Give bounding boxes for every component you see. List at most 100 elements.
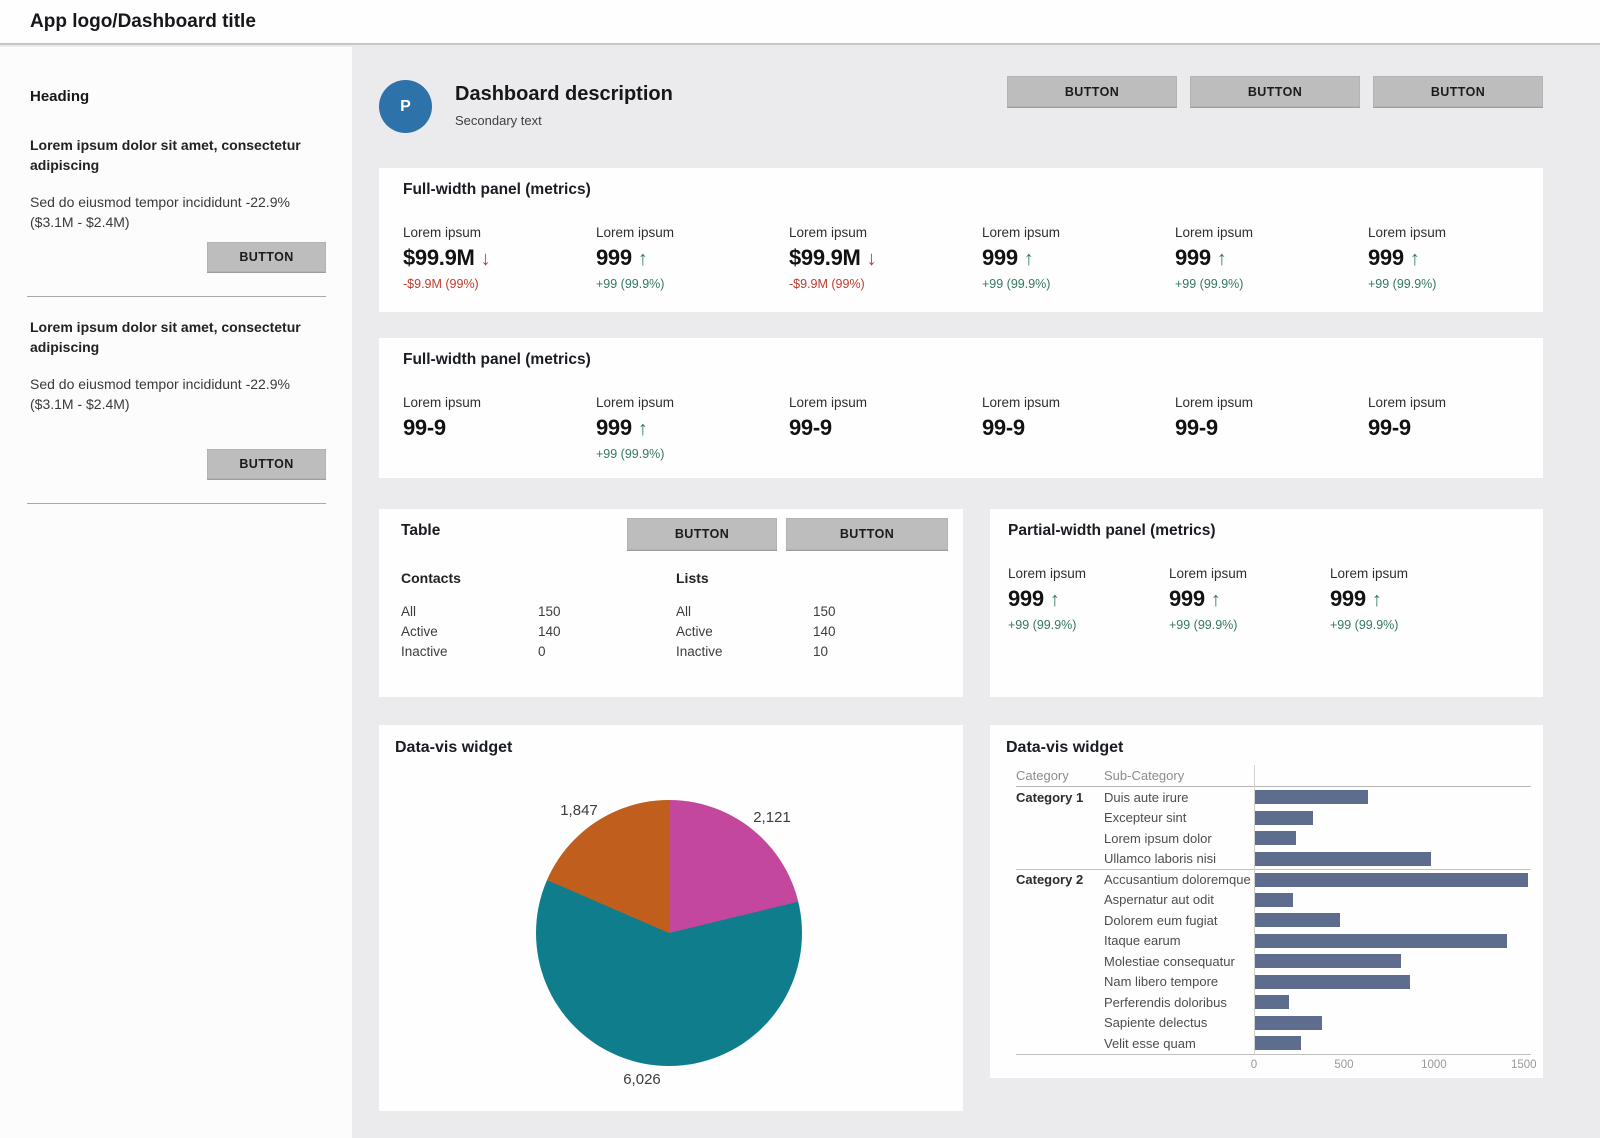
page-subtitle: Secondary text — [455, 113, 542, 128]
trend-arrow-icon: ↑ — [1410, 248, 1420, 270]
table-row-label: Inactive — [401, 644, 538, 664]
table-row-label: Inactive — [676, 644, 813, 664]
metric-delta: +99 (99.9%) — [982, 277, 1175, 291]
table-button[interactable]: BUTTON — [627, 518, 777, 550]
table-panel-header: Table BUTTONBUTTON — [379, 509, 963, 551]
bar-chart-row: Aspernatur aut odit — [1016, 890, 1531, 911]
bar-chart-row: Perferendis doloribus — [1016, 992, 1531, 1013]
bar-row-label: Molestiae consequatur — [1104, 954, 1254, 969]
table-row: All 150 — [401, 604, 676, 624]
bar-row-category: Category 1 — [1016, 790, 1104, 805]
metric-delta: +99 (99.9%) — [1169, 618, 1330, 632]
sidebar-section: Lorem ipsum dolor sit amet, consectetur … — [0, 135, 353, 272]
bar-row-label: Aspernatur aut odit — [1104, 892, 1254, 907]
bar-cell — [1254, 1013, 1531, 1034]
metric: Lorem ipsum 99-9 — [982, 395, 1175, 461]
trend-arrow-icon: ↑ — [638, 418, 648, 440]
bar — [1255, 954, 1401, 968]
table-row-value: 150 — [538, 604, 561, 624]
pie-slice-label: 2,121 — [727, 809, 817, 826]
metrics-panel-second: Full-width panel (metrics) Lorem ipsum 9… — [379, 338, 1543, 478]
table-row: All 150 — [676, 604, 951, 624]
metric: Lorem ipsum $99.9M↓ -$9.9M (99%) — [403, 225, 596, 291]
metric-delta: -$9.9M (99%) — [403, 277, 596, 291]
bar-row-label: Perferendis doloribus — [1104, 995, 1254, 1010]
metric-value: 99-9 — [1368, 415, 1561, 441]
column-header-category: Category — [1016, 768, 1104, 783]
metric-label: Lorem ipsum — [1368, 395, 1561, 410]
bar-row-label: Nam libero tempore — [1104, 974, 1254, 989]
toolbar: BUTTON BUTTON BUTTON — [1007, 76, 1543, 107]
table-row-label: Active — [401, 624, 538, 644]
metric-value: $99.9M↓ — [789, 245, 982, 271]
metrics-panel-top: Full-width panel (metrics) Lorem ipsum $… — [379, 168, 1543, 312]
table-row-label: All — [676, 604, 813, 624]
pie-chart — [536, 800, 802, 1066]
table-group-name: Contacts — [401, 570, 676, 586]
bar-row-label: Excepteur sint — [1104, 810, 1254, 825]
app-header: App logo/Dashboard title — [0, 0, 1600, 45]
metric-value: 999↑ — [1008, 586, 1169, 612]
bar-chart-row: Sapiente delectus — [1016, 1013, 1531, 1034]
toolbar-button[interactable]: BUTTON — [1190, 76, 1360, 107]
bar-chart-row: Category 1 Duis aute irure — [1016, 787, 1531, 808]
table-row: Active 140 — [401, 624, 676, 644]
metric: Lorem ipsum 999↑ +99 (99.9%) — [596, 395, 789, 461]
bar — [1255, 811, 1313, 825]
table-row-value: 140 — [538, 624, 561, 644]
trend-arrow-icon: ↓ — [867, 248, 877, 270]
bar-row-label: Itaque earum — [1104, 933, 1254, 948]
metric: Lorem ipsum 999↑ +99 (99.9%) — [1169, 566, 1330, 632]
metrics-row: Lorem ipsum 99-9 Lorem ipsum 999↑ +99 (9… — [379, 395, 1543, 461]
table-row-value: 0 — [538, 644, 546, 664]
x-axis-tick: 0 — [1251, 1059, 1257, 1071]
bar-chart-row: Excepteur sint — [1016, 808, 1531, 829]
bar — [1255, 975, 1410, 989]
bar-widget: Data-vis widget Category Sub-Category Ca… — [990, 725, 1543, 1078]
metric-delta: +99 (99.9%) — [596, 447, 789, 461]
bar-row-label: Duis aute irure — [1104, 790, 1254, 805]
sidebar-button[interactable]: BUTTON — [207, 449, 326, 479]
main-content: P Dashboard description Secondary text B… — [352, 47, 1600, 1138]
metric-label: Lorem ipsum — [1169, 566, 1330, 581]
metric-label: Lorem ipsum — [982, 395, 1175, 410]
metric: Lorem ipsum 999↑ +99 (99.9%) — [1008, 566, 1169, 632]
bar-cell — [1254, 951, 1531, 972]
sidebar-button[interactable]: BUTTON — [207, 242, 326, 272]
metric-value: 999↑ — [596, 415, 789, 441]
widget-title: Data-vis widget — [379, 725, 963, 757]
trend-arrow-icon: ↑ — [1372, 589, 1382, 611]
metric-label: Lorem ipsum — [982, 225, 1175, 240]
bar — [1255, 873, 1528, 887]
partial-metrics-panel: Partial-width panel (metrics) Lorem ipsu… — [990, 509, 1543, 697]
bar-cell — [1254, 992, 1531, 1013]
app-title: App logo/Dashboard title — [30, 11, 256, 33]
metric-label: Lorem ipsum — [403, 395, 596, 410]
bar-chart-row: Molestiae consequatur — [1016, 951, 1531, 972]
metric: Lorem ipsum 999↑ +99 (99.9%) — [1368, 225, 1561, 291]
metric-value: $99.9M↓ — [403, 245, 596, 271]
metrics-row: Lorem ipsum $99.9M↓ -$9.9M (99%) Lorem i… — [379, 225, 1543, 291]
sidebar-divider — [27, 296, 326, 297]
sidebar-section: Lorem ipsum dolor sit amet, consectetur … — [0, 317, 353, 479]
table-button[interactable]: BUTTON — [786, 518, 948, 550]
toolbar-button[interactable]: BUTTON — [1373, 76, 1543, 107]
sidebar-heading: Heading — [30, 88, 330, 105]
table-row: Active 140 — [676, 624, 951, 644]
bar-row-label: Dolorem eum fugiat — [1104, 913, 1254, 928]
metric: Lorem ipsum 999↑ +99 (99.9%) — [1175, 225, 1368, 291]
metric-value: 999↑ — [596, 245, 789, 271]
bar-cell — [1254, 972, 1531, 993]
table-row-value: 10 — [813, 644, 828, 664]
toolbar-button[interactable]: BUTTON — [1007, 76, 1177, 107]
column-header-subcategory: Sub-Category — [1104, 768, 1254, 783]
bar-cell — [1254, 870, 1531, 890]
table-row: Inactive 0 — [401, 644, 676, 664]
bar — [1255, 913, 1340, 927]
bar — [1255, 893, 1293, 907]
bar-chart-row: Category 2 Accusantium doloremque — [1016, 869, 1531, 890]
panel-title: Full-width panel (metrics) — [379, 168, 1543, 199]
metrics-row: Lorem ipsum 999↑ +99 (99.9%) Lorem ipsum… — [990, 566, 1543, 632]
metric: Lorem ipsum $99.9M↓ -$9.9M (99%) — [789, 225, 982, 291]
metric-value: 99-9 — [1175, 415, 1368, 441]
